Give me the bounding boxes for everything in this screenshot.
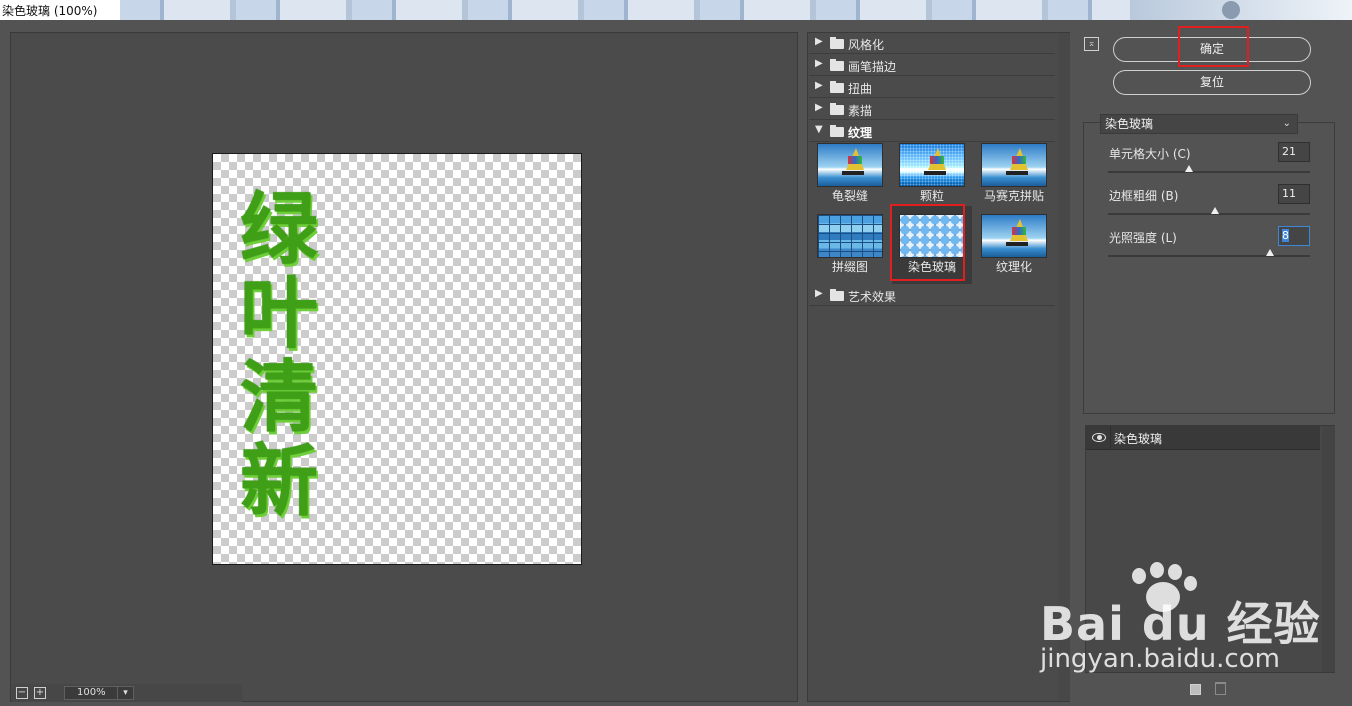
category-label: 画笔描边 — [848, 60, 897, 74]
filter-options-group — [1083, 122, 1335, 414]
category-label: 素描 — [848, 104, 873, 118]
window-control[interactable] — [1222, 1, 1240, 19]
filter-label: 龟裂缝 — [831, 189, 868, 203]
folder-icon — [830, 59, 844, 71]
zoom-bar: − + 100% ▾ — [12, 684, 242, 702]
category-stylize[interactable]: ▶ 风格化 — [809, 33, 1055, 54]
filter-thumb-mosaic-tiles[interactable] — [981, 143, 1047, 187]
preview-panel: 绿 叶 清 新 — [10, 32, 798, 702]
preview-char: 清 — [239, 353, 318, 443]
expand-arrow-icon: ▶ — [815, 288, 823, 299]
preview-vertical-text: 绿 叶 清 新 — [237, 188, 321, 524]
trash-icon[interactable] — [1215, 682, 1226, 695]
filter-label: 拼缀图 — [831, 260, 868, 274]
filter-select[interactable]: 染色玻璃 ⌄ — [1100, 114, 1298, 134]
folder-icon — [830, 289, 844, 301]
zoom-in-icon[interactable]: + — [34, 687, 46, 699]
layers-scrollbar[interactable] — [1322, 426, 1335, 672]
window-title: 染色玻璃 (100%) — [2, 2, 102, 19]
cell-size-slider[interactable] — [1108, 165, 1310, 173]
category-brush-strokes[interactable]: ▶ 画笔描边 — [809, 55, 1055, 76]
filter-list-scrollbar[interactable] — [1058, 33, 1070, 701]
category-label: 扭曲 — [848, 82, 873, 96]
light-intensity-input[interactable]: 8 — [1278, 226, 1310, 246]
slider-knob[interactable] — [1184, 165, 1193, 172]
filter-label: 马赛克拼贴 — [983, 189, 1044, 203]
border-thickness-slider[interactable] — [1108, 207, 1310, 215]
zoom-value: 100% — [77, 687, 106, 698]
taskbar-strip-right — [1130, 0, 1352, 20]
effect-layers-panel: 染色玻璃 — [1085, 425, 1335, 673]
eye-icon[interactable] — [1092, 433, 1106, 442]
param-label-cell-size: 单元格大小 (C) — [1109, 147, 1191, 161]
effect-layer-row[interactable]: 染色玻璃 — [1086, 426, 1320, 450]
chevron-down-icon: ⌄ — [1282, 118, 1291, 129]
border-thickness-input[interactable]: 11 — [1278, 184, 1310, 204]
light-intensity-slider[interactable] — [1108, 249, 1310, 257]
category-distort[interactable]: ▶ 扭曲 — [809, 77, 1055, 98]
category-label: 纹理 — [848, 126, 873, 140]
filter-thumb-patchwork[interactable] — [817, 214, 883, 258]
cell-size-input[interactable]: 21 — [1278, 142, 1310, 162]
category-label: 风格化 — [848, 38, 885, 52]
collapse-arrow-icon: ▼ — [815, 124, 823, 135]
filter-thumb-texturizer[interactable] — [981, 214, 1047, 258]
folder-icon — [830, 37, 844, 49]
collapse-icon[interactable]: ⌅ — [1084, 37, 1099, 51]
expand-arrow-icon: ▶ — [815, 80, 823, 91]
slider-knob[interactable] — [1211, 207, 1220, 214]
expand-arrow-icon: ▶ — [815, 36, 823, 47]
param-label-border-thickness: 边框粗细 (B) — [1109, 189, 1179, 203]
settings-panel: ⌅ 确定 复位 染色玻璃 ⌄ 单元格大小 (C) 21 边框粗细 (B) 11 … — [1076, 24, 1352, 706]
category-sketch[interactable]: ▶ 素描 — [809, 99, 1055, 120]
preview-char: 叶 — [239, 269, 318, 359]
category-texture[interactable]: ▼ 纹理 — [809, 121, 1055, 142]
filter-label: 颗粒 — [919, 189, 944, 203]
new-effect-layer-icon[interactable] — [1190, 684, 1201, 695]
filter-thumb-craquelure[interactable] — [817, 143, 883, 187]
slider-knob[interactable] — [1265, 249, 1274, 256]
expand-arrow-icon: ▶ — [815, 102, 823, 113]
window-titlebar: 染色玻璃 (100%) — [0, 0, 1352, 20]
zoom-out-icon[interactable]: − — [16, 687, 28, 699]
zoom-select[interactable]: 100% ▾ — [64, 686, 134, 700]
taskbar-strip — [120, 0, 1170, 20]
preview-canvas[interactable]: 绿 叶 清 新 — [212, 153, 582, 565]
effect-layer-name: 染色玻璃 — [1114, 432, 1163, 446]
reset-button[interactable]: 复位 — [1113, 70, 1311, 95]
folder-icon — [830, 125, 844, 137]
category-artistic[interactable]: ▶ 艺术效果 — [809, 285, 1055, 306]
selection-highlight — [890, 204, 965, 281]
param-label-light-intensity: 光照强度 (L) — [1109, 231, 1177, 245]
folder-icon — [830, 103, 844, 115]
category-label: 艺术效果 — [848, 290, 897, 304]
expand-arrow-icon: ▶ — [815, 58, 823, 69]
filter-label: 纹理化 — [995, 260, 1032, 274]
preview-char: 绿 — [239, 185, 318, 275]
filter-list-panel: ▶ 风格化 ▶ 画笔描边 ▶ 扭曲 ▶ 素描 ▼ 纹理 龟裂缝 颗粒 马赛克拼贴… — [807, 32, 1070, 702]
filter-select-value: 染色玻璃 — [1105, 117, 1154, 131]
preview-char: 新 — [239, 437, 318, 527]
ok-highlight — [1178, 26, 1249, 67]
filter-thumb-grain[interactable] — [899, 143, 965, 187]
light-intensity-value: 8 — [1282, 229, 1289, 242]
chevron-down-icon: ▾ — [117, 687, 133, 699]
folder-icon — [830, 81, 844, 93]
